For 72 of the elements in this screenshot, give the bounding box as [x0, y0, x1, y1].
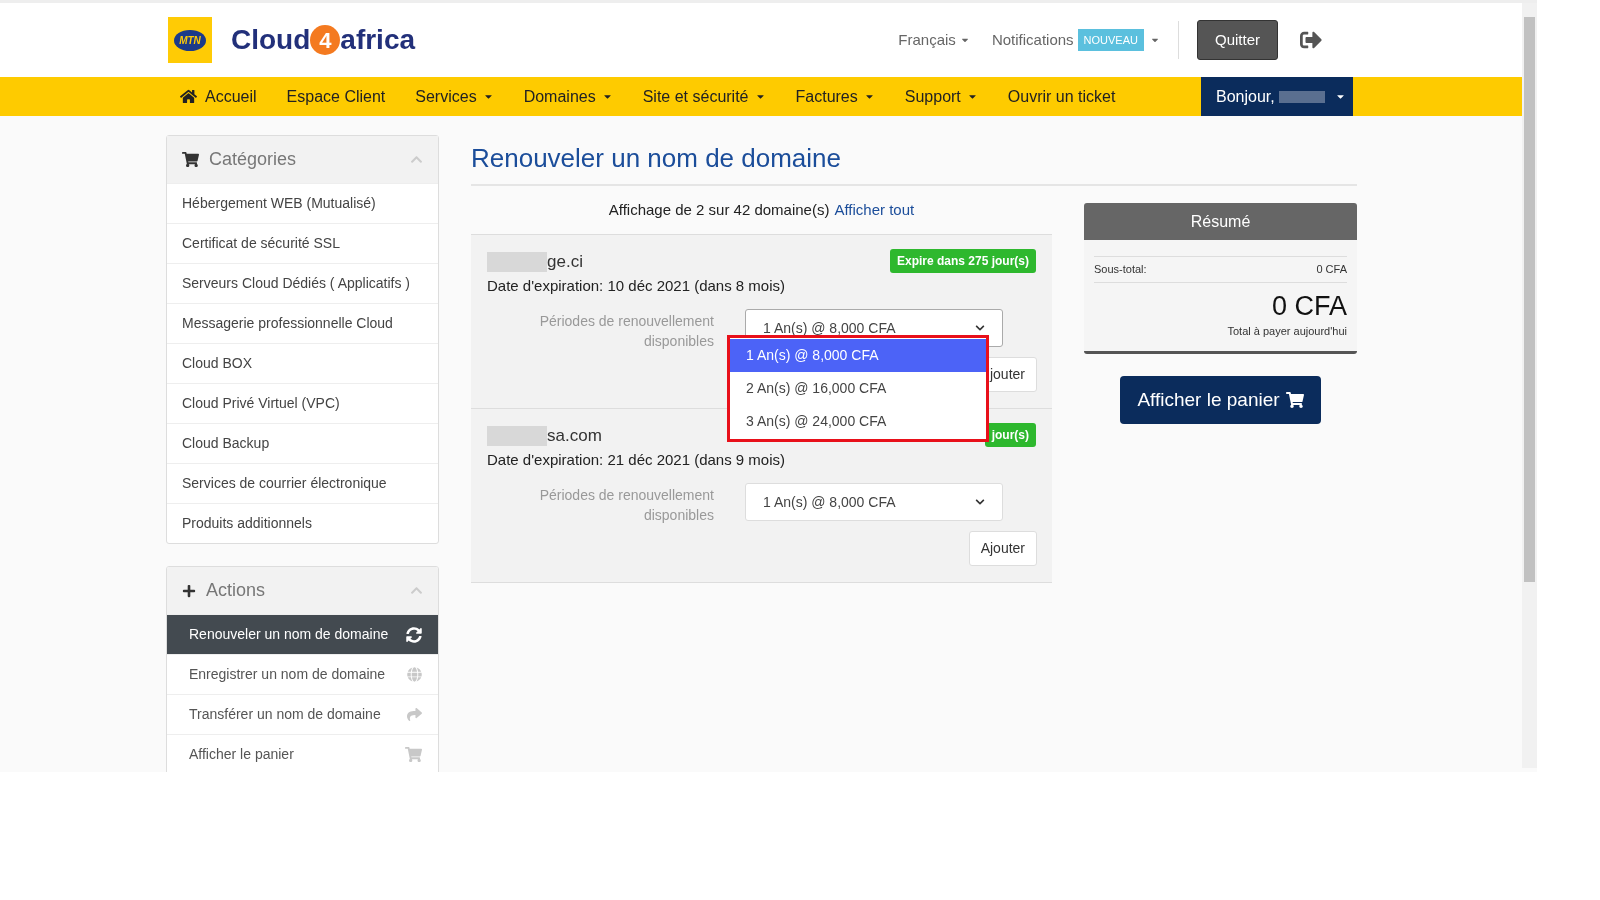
- nav-item[interactable]: Espace Client: [286, 84, 386, 109]
- category-item[interactable]: Cloud BOX: [167, 343, 438, 383]
- category-item[interactable]: Hébergement WEB (Mutualisé): [167, 183, 438, 223]
- home-icon: [180, 88, 197, 105]
- nav-item[interactable]: Factures: [795, 84, 875, 109]
- period-select[interactable]: 1 An(s) @ 8,000 CFA: [745, 483, 1003, 521]
- account-menu[interactable]: Bonjour,: [1201, 77, 1353, 116]
- nav-item[interactable]: Services: [415, 84, 494, 109]
- category-item[interactable]: Cloud Backup: [167, 423, 438, 463]
- expiry-badge: Expire dans 275 jour(s): [889, 249, 1036, 273]
- action-label: Enregistrer un nom de domaine: [189, 665, 386, 684]
- action-item[interactable]: Renouveler un nom de domaine: [167, 614, 438, 654]
- dropdown-option[interactable]: 3 An(s) @ 24,000 CFA: [730, 405, 986, 438]
- period-label: Périodes de renouvellement disponibles: [538, 486, 714, 525]
- action-label: Afficher le panier: [189, 745, 294, 764]
- redacted-block: [487, 425, 547, 446]
- view-cart-button[interactable]: Afficher le panier: [1120, 376, 1321, 424]
- panel-title: Catégories: [209, 148, 297, 171]
- logout-icon[interactable]: [1300, 29, 1322, 51]
- page-title: Renouveler un nom de domaine: [471, 135, 1357, 186]
- nav-item[interactable]: Domaines: [523, 84, 613, 109]
- language-menu[interactable]: Français: [898, 28, 970, 52]
- category-item[interactable]: Certificat de sécurité SSL: [167, 223, 438, 263]
- refresh-icon: [406, 626, 422, 643]
- category-item[interactable]: Services de courrier électronique: [167, 463, 438, 503]
- results-count: Affichage de 2 sur 42 domaine(s): [608, 199, 830, 220]
- nav-item[interactable]: Support: [904, 84, 978, 109]
- action-item[interactable]: Afficher le panier: [167, 734, 438, 772]
- category-item[interactable]: Messagerie professionnelle Cloud: [167, 303, 438, 343]
- expiry-badge: jour(s): [984, 423, 1036, 447]
- subtotal-label: Sous-total:: [1094, 262, 1147, 277]
- cart-icon: [405, 746, 422, 763]
- share-icon: [407, 707, 422, 722]
- cart-icon: [182, 151, 199, 168]
- domain-name: ge.ci: [547, 251, 583, 273]
- logo-text: MTN: [174, 29, 206, 51]
- cart-icon: [1285, 391, 1304, 409]
- new-badge: NOUVEAU: [1077, 28, 1144, 52]
- quit-button[interactable]: Quitter: [1197, 19, 1278, 61]
- category-item[interactable]: Produits additionnels: [167, 503, 438, 543]
- chevron-down-icon: [975, 323, 985, 333]
- category-item[interactable]: Serveurs Cloud Dédiés ( Applicatifs ): [167, 263, 438, 303]
- nav-item[interactable]: Site et sécurité: [642, 84, 766, 109]
- collapse-icon[interactable]: [410, 153, 423, 166]
- action-item[interactable]: Transférer un nom de domaine: [167, 694, 438, 734]
- plus-icon: [182, 583, 196, 598]
- dropdown-option[interactable]: 1 An(s) @ 8,000 CFA: [730, 339, 986, 372]
- subtotal-value: 0 CFA: [1316, 262, 1347, 277]
- panel-title: Actions: [206, 579, 266, 602]
- action-label: Transférer un nom de domaine: [189, 705, 381, 724]
- total-label: Total à payer aujourd'hui: [1226, 323, 1347, 339]
- notifications-menu[interactable]: Notifications NOUVEAU: [991, 28, 1160, 52]
- period-label: Périodes de renouvellement disponibles: [538, 312, 714, 351]
- brand-name[interactable]: Cloud 4 africa: [231, 19, 416, 61]
- chevron-down-icon: [975, 497, 985, 507]
- scrollbar[interactable]: [1522, 3, 1537, 768]
- collapse-icon[interactable]: [410, 584, 423, 597]
- redacted-block: [487, 251, 547, 272]
- action-item[interactable]: Enregistrer un nom de domaine: [167, 654, 438, 694]
- summary-title: Résumé: [1084, 203, 1357, 240]
- globe-icon: [407, 667, 422, 682]
- total-amount: 0 CFA: [1270, 289, 1347, 323]
- action-label: Renouveler un nom de domaine: [189, 625, 389, 644]
- logo-badge[interactable]: MTN: [168, 17, 212, 63]
- expiry-date: Date d'expiration: 21 déc 2021 (dans 9 mois): [487, 449, 786, 470]
- add-button[interactable]: Ajouter: [968, 531, 1037, 566]
- expiry-date: Date d'expiration: 10 déc 2021 (dans 8 mois): [487, 275, 786, 296]
- show-all-link[interactable]: Afficher tout: [834, 198, 915, 222]
- domain-name: sa.com: [547, 425, 602, 447]
- nav-item[interactable]: Accueil: [180, 84, 257, 109]
- category-item[interactable]: Cloud Privé Virtuel (VPC): [167, 383, 438, 423]
- nav-item[interactable]: Ouvrir un ticket: [1007, 84, 1116, 109]
